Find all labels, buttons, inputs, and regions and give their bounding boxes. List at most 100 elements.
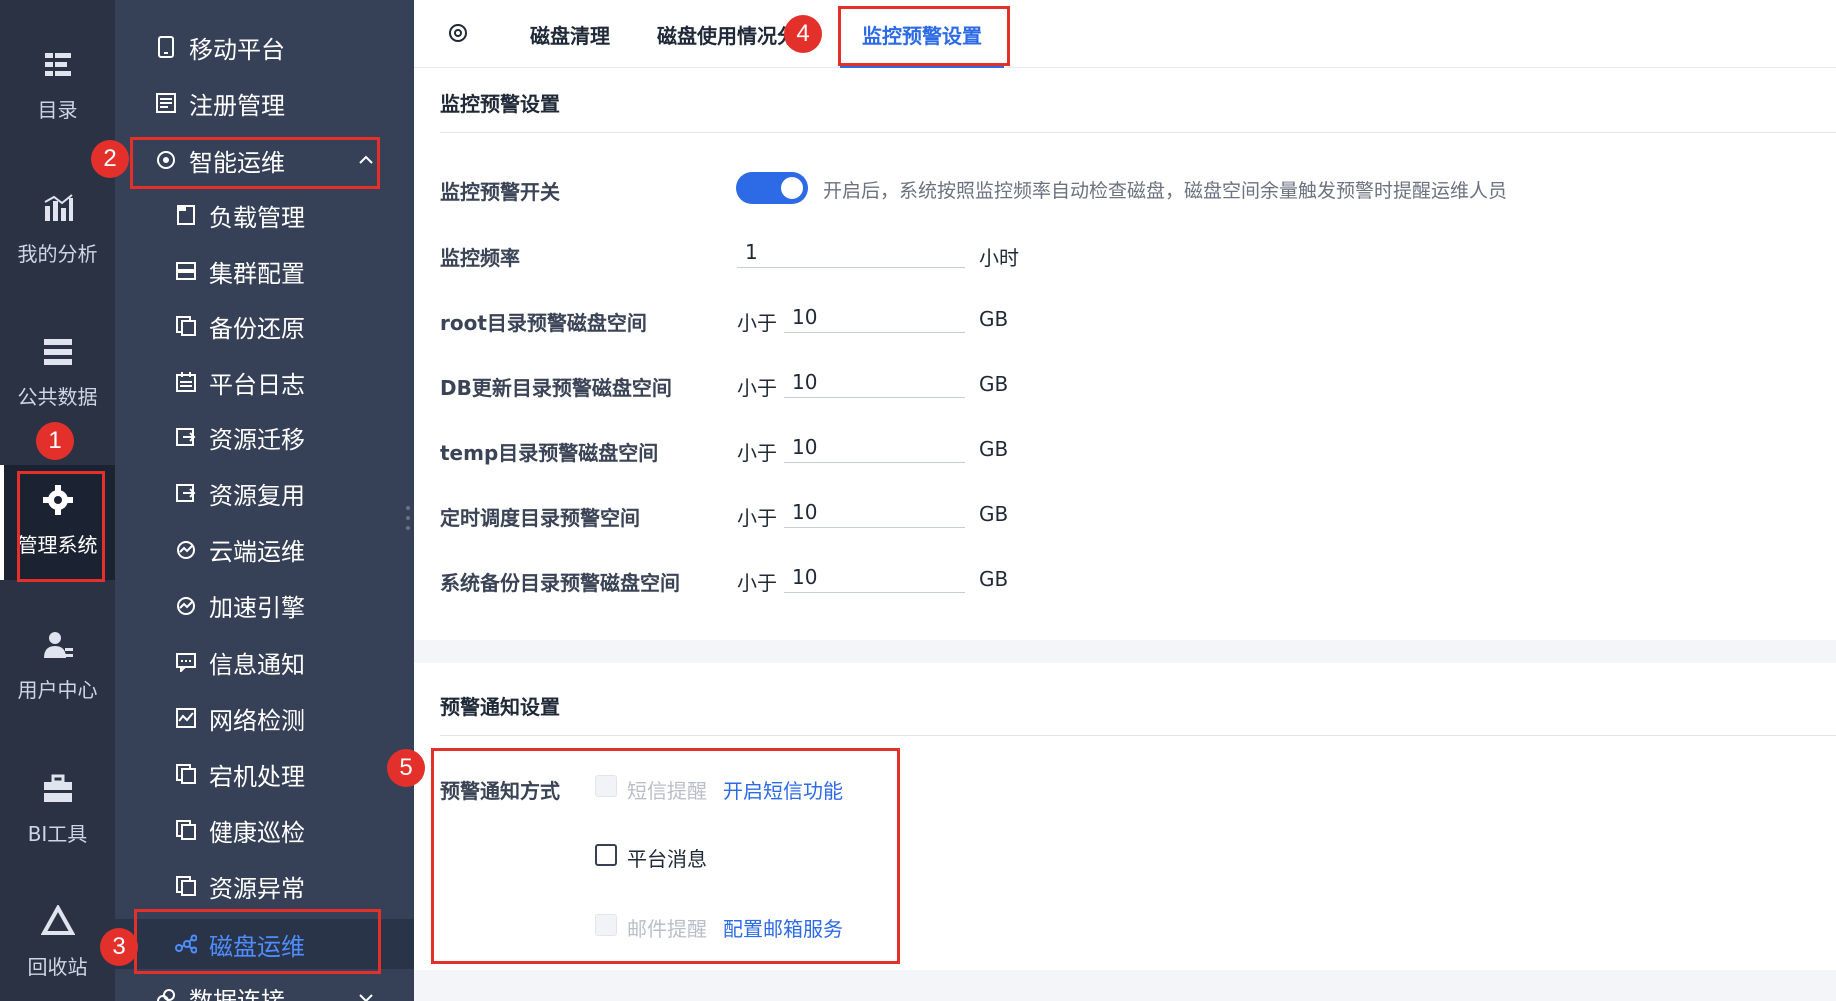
sidebar-item-platform-log[interactable]: 平台日志 <box>115 358 414 406</box>
sidebar-item-notice[interactable]: 信息通知 <box>115 638 414 686</box>
platform-message-label: 平台消息 <box>627 847 707 871</box>
public-data-icon <box>43 339 72 365</box>
tab-bar: 磁盘清理 磁盘使用情况分 监控预警设置 <box>414 0 1836 68</box>
downtime-icon <box>175 763 197 785</box>
notice-icon <box>175 651 197 673</box>
rail-item-public-data[interactable]: 公共数据 <box>0 335 115 410</box>
disk-ops-icon <box>175 933 197 955</box>
frequency-unit: 小时 <box>979 246 1019 270</box>
sidebar-item-mobile[interactable]: 移动平台 <box>115 23 414 71</box>
annotation-badge-5: 5 <box>387 749 425 787</box>
enable-sms-link[interactable]: 开启短信功能 <box>723 775 843 804</box>
frequency-input[interactable]: 1 <box>737 236 965 268</box>
rail-label: 公共数据 <box>17 385 98 409</box>
settings-gear-icon[interactable] <box>446 21 470 45</box>
recycle-icon <box>40 905 75 935</box>
sidebar-item-load[interactable]: 负载管理 <box>115 191 414 239</box>
section-title: 预警通知设置 <box>440 695 560 719</box>
sidebar-item-label: 备份还原 <box>209 314 305 343</box>
sidebar-item-label: 健康巡检 <box>209 818 305 847</box>
unit-gb: GB <box>979 567 1009 591</box>
sidebar-item-label: 信息通知 <box>209 650 305 679</box>
monitor-switch[interactable] <box>736 172 808 204</box>
sms-checkbox[interactable] <box>595 775 617 797</box>
log-icon <box>175 371 197 393</box>
rail-item-catalog[interactable]: 目录 <box>0 48 115 123</box>
sidebar-item-label: 移动平台 <box>189 35 285 64</box>
rail-item-bi-tools[interactable]: BI工具 <box>0 772 115 847</box>
less-than-label: 小于 <box>737 506 777 530</box>
email-label: 邮件提醒 <box>627 917 707 941</box>
resource-error-icon <box>175 875 197 897</box>
tab-disk-cleanup[interactable]: 磁盘清理 <box>530 0 610 68</box>
resize-handle[interactable] <box>405 505 411 531</box>
rail-label: 我的分析 <box>17 242 98 266</box>
sidebar-item-cluster[interactable]: 集群配置 <box>115 247 414 295</box>
rail-item-analysis[interactable]: 我的分析 <box>0 192 115 267</box>
sidebar-item-smart-ops[interactable]: 智能运维 <box>115 136 414 184</box>
chevron-up-icon[interactable] <box>358 152 374 168</box>
sidebar-item-disk-ops[interactable]: 磁盘运维 <box>115 919 414 969</box>
health-icon <box>175 819 197 841</box>
rail-label: 用户中心 <box>17 678 98 702</box>
frequency-label: 监控频率 <box>440 246 520 270</box>
sidebar-item-data-link[interactable]: 数据连接 <box>115 974 414 1001</box>
platform-message-checkbox[interactable] <box>595 844 617 866</box>
migrate-icon <box>175 426 197 448</box>
unit-gb: GB <box>979 372 1009 396</box>
sidebar-item-label: 数据连接 <box>189 986 285 1001</box>
less-than-label: 小于 <box>737 376 777 400</box>
catalog-icon <box>44 53 71 76</box>
sidebar-item-engine[interactable]: 加速引擎 <box>115 581 414 629</box>
temp-dir-label: temp目录预警磁盘空间 <box>440 441 659 465</box>
sidebar-item-reuse[interactable]: 资源复用 <box>115 469 414 517</box>
schedule-dir-input[interactable]: 10 <box>784 496 965 528</box>
tab-label: 监控预警设置 <box>862 23 982 48</box>
sidebar-item-label: 云端运维 <box>209 537 305 566</box>
rail-item-user-center[interactable]: 用户中心 <box>0 628 115 703</box>
sidebar-item-label: 资源复用 <box>209 481 305 510</box>
backup-dir-input[interactable]: 10 <box>784 561 965 593</box>
schedule-dir-label: 定时调度目录预警空间 <box>440 506 640 530</box>
monitor-switch-label: 监控预警开关 <box>440 180 560 204</box>
rail-label: BI工具 <box>27 822 88 846</box>
db-update-dir-input[interactable]: 10 <box>784 366 965 398</box>
backup-icon <box>175 315 197 337</box>
rail-label: 回收站 <box>27 955 88 979</box>
sidebar-item-health[interactable]: 健康巡检 <box>115 806 414 854</box>
sidebar-item-network[interactable]: 网络检测 <box>115 694 414 742</box>
cluster-icon <box>175 260 197 282</box>
root-dir-input[interactable]: 10 <box>784 301 965 333</box>
section-title: 监控预警设置 <box>440 92 560 116</box>
divider <box>440 735 1836 736</box>
less-than-label: 小于 <box>737 311 777 335</box>
temp-dir-input[interactable]: 10 <box>784 431 965 463</box>
sidebar-item-migrate[interactable]: 资源迁移 <box>115 413 414 461</box>
sidebar-item-label: 网络检测 <box>209 706 305 735</box>
sidebar-item-cloud-ops[interactable]: 云端运维 <box>115 525 414 573</box>
smart-ops-icon <box>155 149 177 171</box>
main-content: 磁盘清理 磁盘使用情况分 监控预警设置 监控预警设置 监控预警开关 开启后，系统… <box>414 0 1836 1001</box>
sidebar-item-resource-error[interactable]: 资源异常 <box>115 862 414 910</box>
secondary-sidebar: 移动平台 注册管理 智能运维 负载管理 集群配置 备份还原 平台日志 资源迁移 … <box>115 0 414 1001</box>
tab-monitor-alert-settings[interactable]: 监控预警设置 <box>840 0 1004 68</box>
tab-label: 磁盘清理 <box>530 23 610 48</box>
switch-knob <box>781 177 803 199</box>
configure-email-link[interactable]: 配置邮箱服务 <box>723 913 843 942</box>
rail-item-recycle-bin[interactable]: 回收站 <box>0 905 115 980</box>
sidebar-item-register[interactable]: 注册管理 <box>115 79 414 127</box>
network-icon <box>175 707 197 729</box>
chevron-down-icon[interactable] <box>358 990 374 1001</box>
email-checkbox[interactable] <box>595 914 617 936</box>
annotation-badge-4: 4 <box>784 15 822 53</box>
sidebar-item-backup[interactable]: 备份还原 <box>115 302 414 350</box>
engine-icon <box>175 594 197 616</box>
sidebar-item-label: 磁盘运维 <box>209 932 305 961</box>
rail-item-admin-system[interactable]: 管理系统 <box>0 465 115 580</box>
sidebar-item-downtime[interactable]: 宕机处理 <box>115 750 414 798</box>
gear-icon <box>42 485 73 515</box>
sidebar-item-label: 集群配置 <box>209 259 305 288</box>
less-than-label: 小于 <box>737 441 777 465</box>
rail-label: 目录 <box>37 98 78 122</box>
db-update-dir-label: DB更新目录预警磁盘空间 <box>440 376 672 400</box>
